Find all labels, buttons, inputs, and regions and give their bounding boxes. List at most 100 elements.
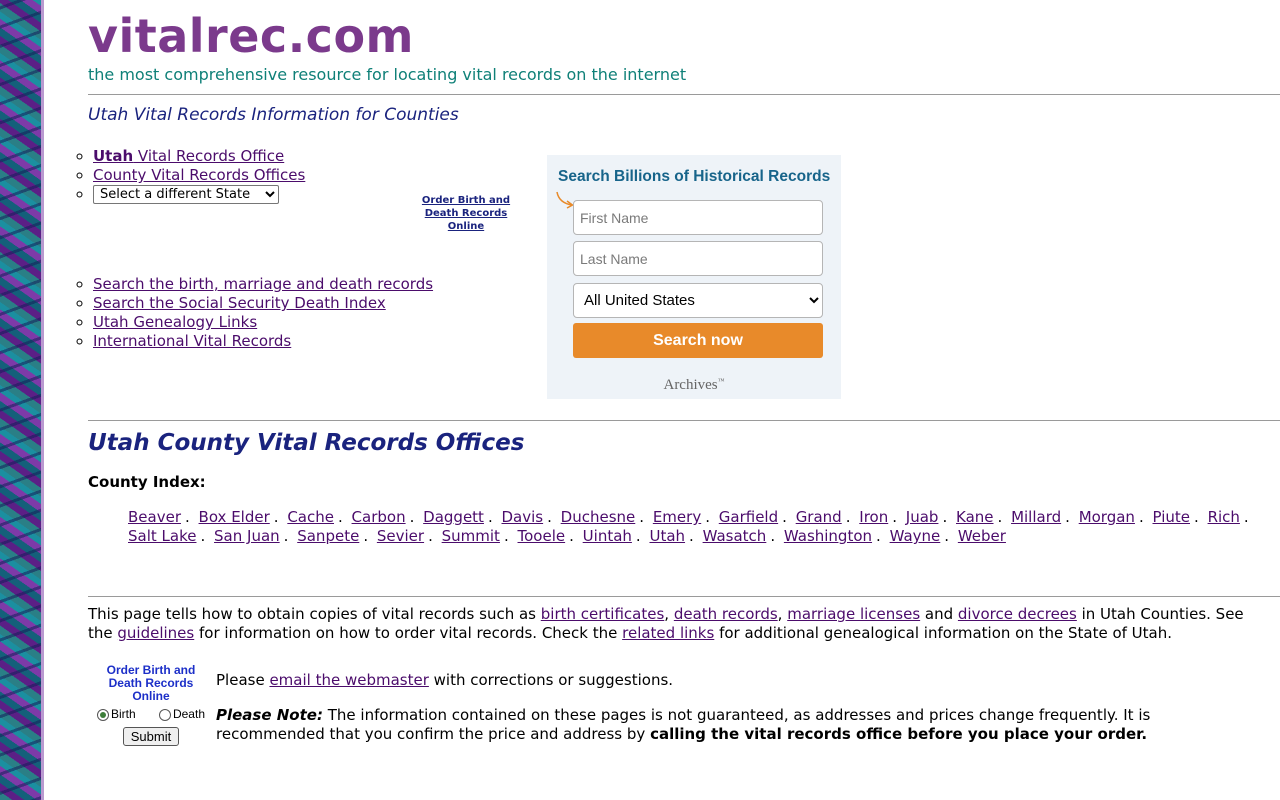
intro-text: and — [920, 605, 958, 623]
county-link[interactable]: San Juan — [214, 527, 280, 545]
county-link[interactable]: Sanpete — [297, 527, 359, 545]
county-separator: . — [337, 508, 343, 526]
county-separator: . — [705, 508, 710, 526]
county-separator: . — [547, 508, 552, 526]
county-link[interactable]: Millard — [1011, 508, 1061, 526]
county-separator: . — [892, 508, 897, 526]
county-separator: . — [273, 508, 279, 526]
archives-logo-text: Archives — [663, 377, 718, 393]
site-title: vitalrec.com — [88, 9, 414, 63]
death-radio[interactable] — [158, 708, 171, 721]
intro-text: This page tells how to obtain copies of … — [88, 605, 541, 623]
order-records-link-block: Order Birth and Death Records Online — [410, 194, 522, 233]
list-item: County Vital Records Offices — [93, 166, 305, 185]
birth-radio[interactable] — [97, 708, 109, 721]
county-link[interactable]: Weber — [958, 527, 1006, 545]
county-separator: . — [1138, 508, 1144, 526]
intro-text: , — [777, 605, 788, 623]
order-form-title: Order Birth and Death Records Online — [106, 663, 196, 703]
last-name-input[interactable] — [573, 241, 823, 276]
county-link[interactable]: Salt Lake — [128, 527, 196, 545]
records-search-widget: Search Billions of Historical Records Al… — [547, 155, 841, 399]
county-link[interactable]: Emery — [653, 508, 701, 526]
county-link[interactable]: Rich — [1208, 508, 1240, 526]
state-office-link[interactable]: Utah Vital Records Office — [93, 147, 284, 165]
related-links-link[interactable]: related links — [622, 624, 714, 642]
genealogy-links-link[interactable]: Utah Genealogy Links — [93, 313, 257, 331]
order-records-link[interactable]: Order Birth and Death Records Online — [422, 195, 510, 232]
list-item: Select a different State — [93, 185, 305, 204]
county-section-heading: Utah County Vital Records Offices — [88, 430, 525, 456]
county-link[interactable]: Piute — [1153, 508, 1191, 526]
county-separator: . — [1243, 508, 1249, 526]
county-separator: . — [997, 508, 1003, 526]
county-link[interactable]: Juab — [906, 508, 939, 526]
state-office-link-rest: Vital Records Office — [133, 147, 285, 165]
state-select[interactable]: Select a different State — [93, 185, 279, 204]
search-now-button[interactable]: Search now — [573, 323, 823, 358]
county-link[interactable]: Carbon — [352, 508, 406, 526]
resource-links-list: Search the birth, marriage and death rec… — [73, 275, 433, 351]
note-label: Please Note: — [216, 706, 323, 724]
county-link[interactable]: Wayne — [890, 527, 941, 545]
county-link[interactable]: Summit — [442, 527, 500, 545]
county-link[interactable]: Box Elder — [199, 508, 270, 526]
county-link[interactable]: Washington — [784, 527, 872, 545]
international-records-link[interactable]: International Vital Records — [93, 332, 291, 350]
county-link[interactable]: Grand — [796, 508, 842, 526]
county-separator: . — [1194, 508, 1199, 526]
county-offices-link[interactable]: County Vital Records Offices — [93, 166, 305, 184]
death-option[interactable]: Death — [158, 707, 205, 721]
record-type-radios: Birth Death — [95, 707, 207, 721]
county-link[interactable]: Utah — [649, 527, 685, 545]
order-records-link-line1: Order Birth and — [421, 195, 511, 206]
county-separator: . — [283, 527, 289, 545]
county-link[interactable]: Morgan — [1079, 508, 1135, 526]
county-link[interactable]: Wasatch — [703, 527, 767, 545]
county-link[interactable]: Cache — [287, 508, 334, 526]
list-item: Search the Social Security Death Index — [93, 294, 433, 313]
trademark-mark: ™ — [717, 377, 725, 385]
first-name-input[interactable] — [573, 200, 823, 235]
intro-text: for information on how to order vital re… — [194, 624, 623, 642]
divider — [88, 94, 1280, 95]
death-records-link[interactable]: death records — [674, 605, 778, 623]
county-link[interactable]: Sevier — [377, 527, 424, 545]
order-records-link-line2: Death Records Online — [424, 208, 508, 232]
county-index-label: County Index: — [88, 473, 206, 491]
county-separator: . — [876, 527, 881, 545]
birth-option[interactable]: Birth — [97, 707, 136, 721]
divorce-decrees-link[interactable]: divorce decrees — [958, 605, 1077, 623]
contact-line: Please email the webmaster with correcti… — [216, 671, 673, 689]
ssdi-link[interactable]: Search the Social Security Death Index — [93, 294, 386, 312]
county-link[interactable]: Beaver — [128, 508, 181, 526]
list-item: Utah Genealogy Links — [93, 313, 433, 332]
county-separator: . — [782, 508, 787, 526]
county-link[interactable]: Tooele — [518, 527, 566, 545]
page-subheading: Utah Vital Records Information for Count… — [88, 105, 459, 125]
disclaimer-note: Please Note: The information contained o… — [216, 706, 1256, 744]
list-item: International Vital Records — [93, 332, 433, 351]
county-link[interactable]: Kane — [956, 508, 994, 526]
county-link[interactable]: Duchesne — [561, 508, 636, 526]
county-link[interactable]: Iron — [859, 508, 888, 526]
email-webmaster-link[interactable]: email the webmaster — [269, 671, 428, 689]
intro-paragraph: This page tells how to obtain copies of … — [88, 605, 1248, 643]
county-separator: . — [569, 527, 574, 545]
order-submit-button[interactable]: Submit — [122, 727, 180, 746]
county-link[interactable]: Davis — [502, 508, 544, 526]
county-separator: . — [942, 508, 948, 526]
search-records-link[interactable]: Search the birth, marriage and death rec… — [93, 275, 433, 293]
intro-text: , — [664, 605, 674, 623]
marriage-licenses-link[interactable]: marriage licenses — [787, 605, 920, 623]
county-link[interactable]: Garfield — [719, 508, 778, 526]
guidelines-link[interactable]: guidelines — [117, 624, 194, 642]
divider — [88, 420, 1280, 421]
birth-certificates-link[interactable]: birth certificates — [541, 605, 665, 623]
location-select[interactable]: All United States — [573, 283, 823, 318]
county-link[interactable]: Daggett — [423, 508, 484, 526]
county-separator: . — [845, 508, 851, 526]
search-widget-title: Search Billions of Historical Records — [558, 168, 831, 185]
list-item: Search the birth, marriage and death rec… — [93, 275, 433, 294]
county-link[interactable]: Uintah — [583, 527, 632, 545]
